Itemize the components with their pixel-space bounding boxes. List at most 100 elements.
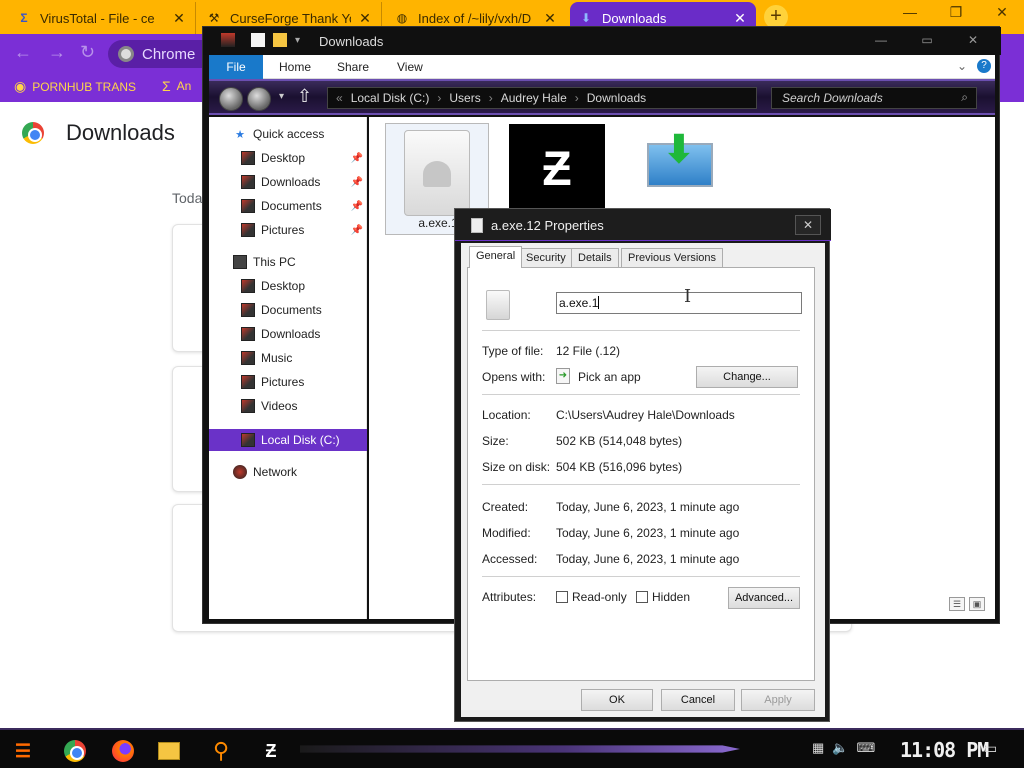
curseforge-icon: ⚒ xyxy=(208,11,220,25)
back-icon[interactable] xyxy=(219,87,243,111)
volume-icon[interactable]: 🔈 xyxy=(832,740,848,756)
bookmark-item[interactable]: Σ An xyxy=(162,78,191,94)
taskbar-firefox[interactable] xyxy=(108,736,138,766)
ribbon-expand-icon[interactable]: ⌄ xyxy=(957,59,967,73)
recent-locations-icon[interactable]: ▾ xyxy=(279,91,284,102)
file-item-installer[interactable]: ⬇ xyxy=(643,127,715,199)
page-title: Downloads xyxy=(66,120,175,145)
keyboard-icon[interactable]: ⌨ xyxy=(856,740,875,756)
pin-icon: 📌 xyxy=(350,176,363,188)
browser-tab-virustotal[interactable]: Σ VirusTotal - File - ce ✕ xyxy=(8,2,196,34)
nav-this-pc[interactable]: This PC xyxy=(209,251,367,273)
tab-general[interactable]: General xyxy=(469,246,523,268)
properties-icon[interactable] xyxy=(251,33,265,47)
nav-quick-access[interactable]: ★ Quick access xyxy=(209,123,367,145)
breadcrumb[interactable]: « Local Disk (C:) › Users › Audrey Hale … xyxy=(327,87,757,109)
chevron-down-icon[interactable]: ▾ xyxy=(295,35,300,46)
up-icon[interactable]: ⇧ xyxy=(297,86,312,107)
advanced-button[interactable]: Advanced... xyxy=(728,587,800,609)
pin-icon: 📌 xyxy=(350,152,363,164)
filename-input[interactable]: a.exe.1 xyxy=(556,292,802,314)
nav-item-local-disk[interactable]: Local Disk (C:) xyxy=(209,429,367,451)
minimize-icon[interactable]: — xyxy=(890,4,930,20)
firefox-icon xyxy=(112,740,134,762)
restore-icon[interactable]: ❐ xyxy=(936,4,976,21)
window-title: Downloads xyxy=(319,34,384,49)
nav-item-documents[interactable]: Documents xyxy=(209,299,367,321)
readonly-checkbox[interactable]: Read-only xyxy=(556,590,627,604)
file-type-icon xyxy=(486,290,510,320)
nav-item-desktop[interactable]: Desktop 📌 xyxy=(209,147,367,169)
nav-item-documents[interactable]: Documents 📌 xyxy=(209,195,367,217)
virustotal-icon: Σ xyxy=(20,11,28,25)
nav-item-downloads[interactable]: Downloads 📌 xyxy=(209,171,367,193)
cancel-button[interactable]: Cancel xyxy=(661,689,735,711)
search-input[interactable]: Search Downloads ⌕ xyxy=(771,87,977,109)
type-value: 12 File (.12) xyxy=(556,344,621,358)
notification-icon[interactable]: ▭ xyxy=(984,740,997,757)
tab-security[interactable]: Security xyxy=(519,248,573,268)
nav-item-pictures[interactable]: Pictures 📌 xyxy=(209,219,367,241)
address-bar[interactable]: Chrome xyxy=(108,40,208,68)
forward-icon[interactable]: → xyxy=(48,42,66,63)
ribbon-tab-view[interactable]: View xyxy=(397,60,423,74)
close-icon[interactable]: ✕ xyxy=(732,10,748,27)
created-value: Today, June 6, 2023, 1 minute ago xyxy=(556,500,740,514)
nav-item-music[interactable]: Music xyxy=(209,347,367,369)
start-button[interactable]: ☰ xyxy=(8,736,38,766)
downloads-folder-icon xyxy=(241,327,255,341)
taskbar-chrome[interactable] xyxy=(60,736,90,766)
nav-item-videos[interactable]: Videos xyxy=(209,395,367,417)
nav-item-downloads[interactable]: Downloads xyxy=(209,323,367,345)
apply-button[interactable]: Apply xyxy=(741,689,815,711)
ribbon-tab-file[interactable]: File xyxy=(209,55,263,79)
help-icon[interactable]: ? xyxy=(977,59,991,73)
star-icon: ★ xyxy=(235,128,245,141)
new-folder-icon[interactable] xyxy=(273,33,287,47)
ribbon-tab-home[interactable]: Home xyxy=(279,60,311,74)
pin-icon: 📌 xyxy=(350,200,363,212)
close-icon[interactable]: ✕ xyxy=(171,10,187,27)
close-icon[interactable]: ✕ xyxy=(953,33,993,47)
network-icon[interactable]: ▦ xyxy=(812,740,824,756)
file-item-anvil[interactable]: Ƶ xyxy=(509,124,605,214)
back-icon[interactable]: ← xyxy=(14,42,32,63)
change-button[interactable]: Change... xyxy=(696,366,798,388)
file-icon xyxy=(404,130,470,216)
bookmark-item[interactable]: ◉ PORNHUB TRANS xyxy=(14,78,136,95)
tab-details[interactable]: Details xyxy=(571,248,619,268)
clock[interactable]: 11:08 PM xyxy=(900,738,989,762)
reload-icon[interactable]: ↻ xyxy=(80,42,95,63)
close-button[interactable]: ✕ xyxy=(795,215,821,235)
computer-icon xyxy=(233,255,247,269)
nav-item-pictures[interactable]: Pictures xyxy=(209,371,367,393)
general-panel: a.exe.1 I Type of file: 12 File (.12) Op… xyxy=(467,267,815,681)
nav-network[interactable]: Network xyxy=(209,461,367,483)
explorer-titlebar: ▾ Downloads — ▭ ✕ xyxy=(203,27,1001,55)
download-arrow-icon: ⬇ xyxy=(663,129,695,171)
tab-previous-versions[interactable]: Previous Versions xyxy=(621,248,724,268)
large-icons-view-icon[interactable]: ▣ xyxy=(969,597,985,611)
virustotal-icon: Σ xyxy=(162,78,171,94)
taskbar-search[interactable]: ⚲ xyxy=(206,736,236,766)
close-icon[interactable]: ✕ xyxy=(357,10,373,27)
forward-icon[interactable] xyxy=(247,87,271,111)
ok-button[interactable]: OK xyxy=(581,689,653,711)
close-window-icon[interactable]: ✕ xyxy=(982,4,1022,21)
bookmark-icon: ◉ xyxy=(14,78,27,94)
minimize-icon[interactable]: — xyxy=(861,33,901,47)
taskbar-file-explorer[interactable] xyxy=(154,736,184,766)
file-icon xyxy=(471,218,483,233)
size-on-disk-value: 504 KB (516,096 bytes) xyxy=(556,460,683,474)
hidden-checkbox[interactable]: Hidden xyxy=(636,590,690,604)
properties-dialog: a.exe.12 Properties ✕ General Security D… xyxy=(454,208,831,722)
ribbon-tab-share[interactable]: Share xyxy=(337,60,369,74)
nav-item-desktop[interactable]: Desktop xyxy=(209,275,367,297)
close-icon[interactable]: ✕ xyxy=(542,10,558,27)
taskbar-anvil-app[interactable]: Ƶ xyxy=(256,736,286,766)
size-on-disk-label: Size on disk: xyxy=(482,460,551,474)
details-view-icon[interactable]: ☰ xyxy=(949,597,965,611)
chrome-icon xyxy=(64,740,86,762)
maximize-icon[interactable]: ▭ xyxy=(907,33,947,47)
videos-folder-icon xyxy=(241,399,255,413)
